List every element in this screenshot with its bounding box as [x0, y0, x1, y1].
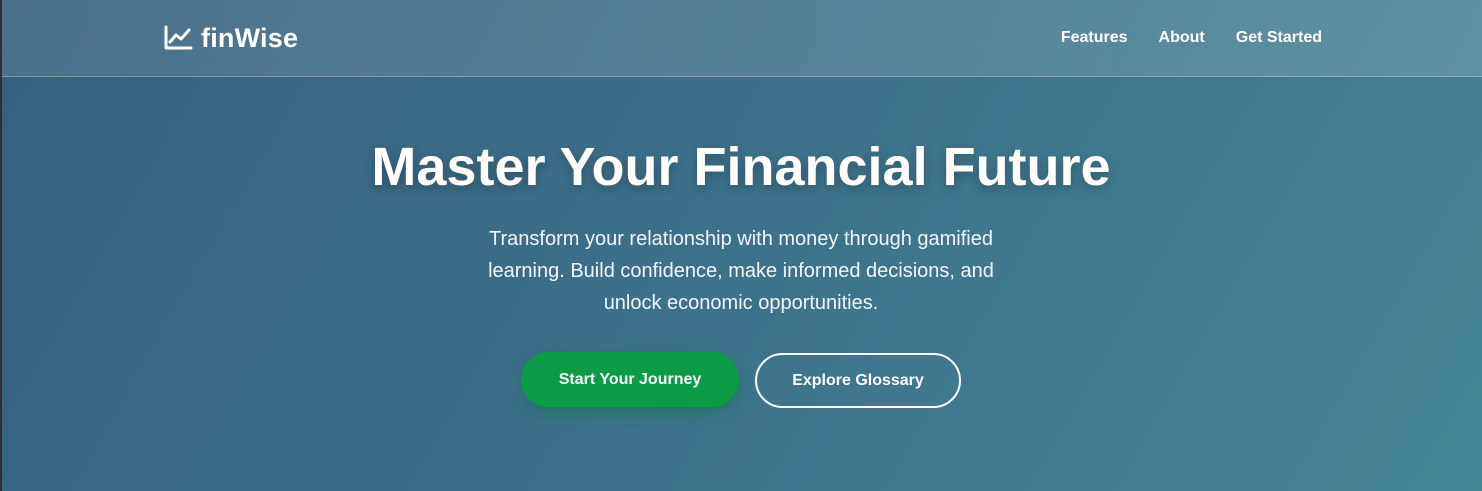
- start-journey-button[interactable]: Start Your Journey: [521, 352, 739, 407]
- brand-logo-link[interactable]: finWise: [163, 22, 298, 54]
- cta-row: Start Your Journey Explore Glossary: [0, 352, 1482, 408]
- hero-title: Master Your Financial Future: [371, 137, 1111, 197]
- hero-section: Master Your Financial Future Transform y…: [0, 77, 1482, 408]
- nav-links: Features About Get Started: [1061, 28, 1322, 48]
- nav-link-get-started[interactable]: Get Started: [1236, 28, 1322, 48]
- nav-link-features[interactable]: Features: [1061, 28, 1128, 48]
- chart-line-icon: [163, 25, 193, 51]
- top-navbar: finWise Features About Get Started: [2, 0, 1482, 77]
- nav-link-about[interactable]: About: [1159, 28, 1205, 48]
- brand-name: finWise: [201, 23, 299, 53]
- hero-subtitle: Transform your relationship with money t…: [488, 228, 994, 314]
- explore-glossary-button[interactable]: Explore Glossary: [755, 353, 961, 408]
